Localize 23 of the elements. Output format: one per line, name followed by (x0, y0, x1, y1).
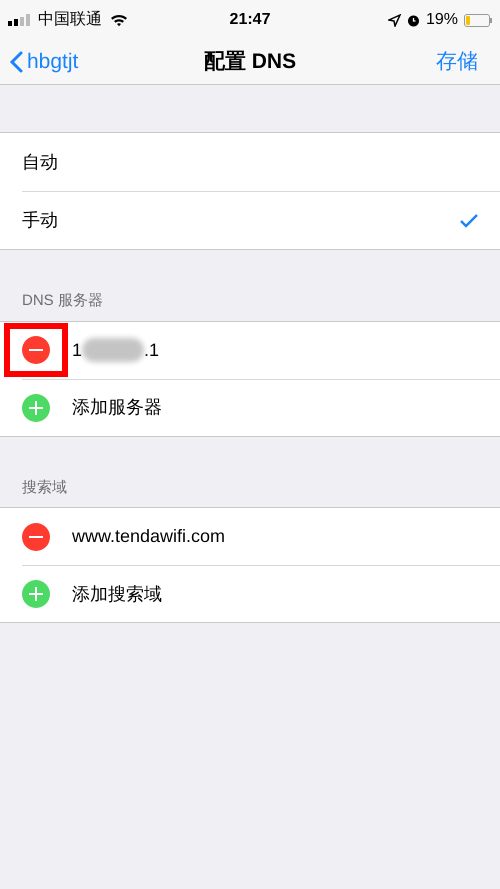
remove-icon[interactable] (22, 522, 50, 550)
battery-icon (464, 14, 492, 26)
back-chevron-icon (10, 51, 23, 73)
checkmark-icon (460, 214, 478, 228)
section-header: DNS 服务器 (21, 291, 104, 311)
mode-option[interactable]: 手动 (22, 191, 500, 249)
carrier-name: 中国联通 (38, 10, 102, 30)
battery-percent: 19% (426, 10, 458, 30)
entry-text: .1 (144, 338, 160, 362)
clock-time: 21:47 (230, 10, 270, 30)
mode-option[interactable]: 自动 (0, 133, 500, 191)
section-header: 搜索域 (21, 478, 68, 498)
add-icon[interactable] (22, 580, 50, 608)
add-icon[interactable] (22, 394, 50, 422)
add-entry-label[interactable]: 添加服务器 (72, 394, 162, 421)
wifi-icon (110, 13, 128, 27)
remove-icon[interactable] (22, 336, 50, 364)
entry-text: 1 (72, 338, 82, 362)
add-entry-label[interactable]: 添加搜索域 (72, 580, 162, 608)
alarm-clock-icon (406, 14, 420, 26)
entry-text: www.tendawifi.com (72, 525, 226, 548)
location-arrow-icon (388, 14, 401, 26)
nav-title: 配置 DNS (204, 49, 296, 76)
